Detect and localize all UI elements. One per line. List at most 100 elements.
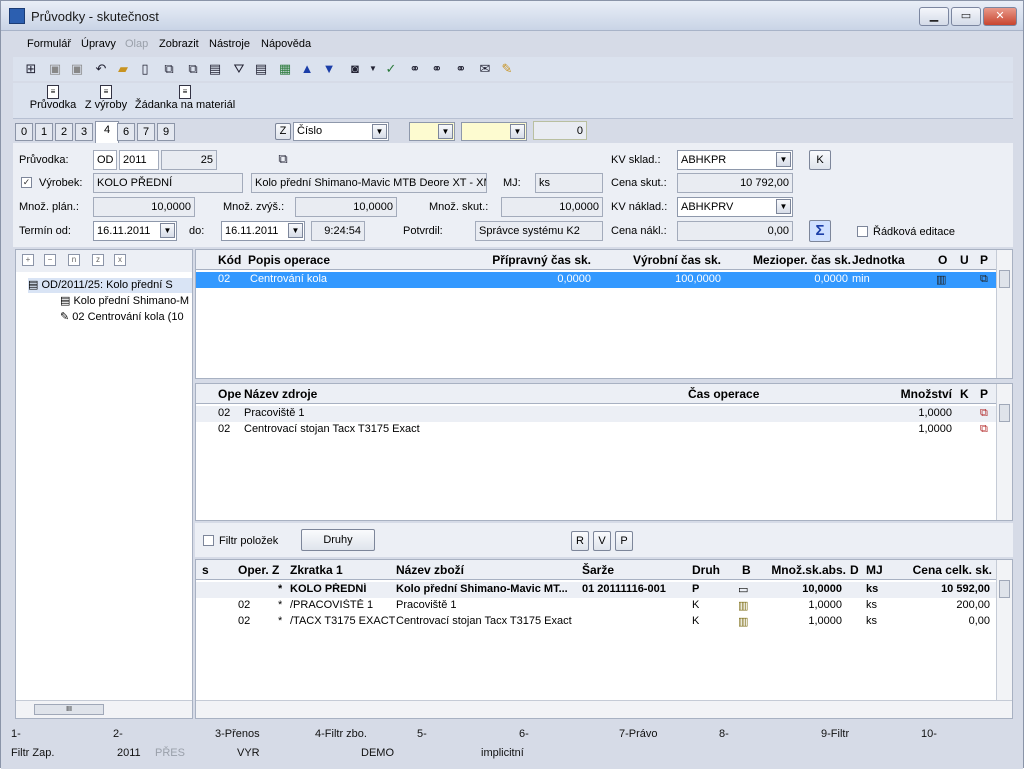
menu-formular[interactable]: Formulář xyxy=(27,38,71,50)
stack-icon[interactable]: ▦ xyxy=(277,61,293,77)
tree-child-operation[interactable]: ✎ 02 Centrování kola (10 xyxy=(60,310,192,323)
filtr-checkbox[interactable] xyxy=(203,535,214,546)
tab-2[interactable]: 2 xyxy=(55,123,73,141)
menu-napoveda[interactable]: Nápověda xyxy=(261,38,311,50)
col-druh[interactable]: Druh xyxy=(692,563,720,577)
binoculars-next-icon[interactable]: ⚭ xyxy=(429,61,445,77)
tab-9[interactable]: 9 xyxy=(157,123,175,141)
maximize-button[interactable]: ▭ xyxy=(951,7,981,26)
items-hscroll[interactable] xyxy=(196,700,1012,718)
table-row[interactable]: 02 * /TACX T3175 EXACT Centrovací stojan… xyxy=(196,614,996,630)
table-row[interactable]: 02 Centrovací stojan Tacx T3175 Exact 1,… xyxy=(196,422,996,438)
copy-icon[interactable]: ⧉ xyxy=(161,61,177,77)
table-row[interactable]: 02 Centrování kola 0,0000 100,0000 0,000… xyxy=(196,272,996,288)
new-document-icon[interactable]: ▯ xyxy=(137,61,153,77)
termin-od-field[interactable]: 16.11.2011 ▼ xyxy=(93,221,177,241)
table-row[interactable]: 02 Pracoviště 1 1,0000 ⧉ xyxy=(196,406,996,422)
col-b[interactable]: B xyxy=(742,563,751,577)
fkey-4[interactable]: 4-Filtr zbo. xyxy=(315,728,367,740)
sigma-button[interactable]: Σ xyxy=(809,220,831,242)
filter-select-1[interactable]: ▼ xyxy=(409,122,455,141)
filter-select-2[interactable]: ▼ xyxy=(461,122,527,141)
col-d[interactable]: D xyxy=(850,563,859,577)
chevron-down-icon[interactable]: ▼ xyxy=(288,223,303,238)
pruvodka-year-field[interactable]: 2011 xyxy=(119,150,159,170)
kv-naklad-select[interactable]: ABHKPRV ▼ xyxy=(677,197,793,217)
col-u[interactable]: U xyxy=(960,253,969,267)
mail-icon[interactable]: ✉ xyxy=(477,61,493,77)
col-nazev-zdroje[interactable]: Název zdroje xyxy=(244,387,317,401)
mnoz-zvys-field[interactable]: 10,0000 xyxy=(295,197,397,217)
scroll-thumb[interactable] xyxy=(999,580,1010,598)
menu-upravy[interactable]: Úpravy xyxy=(81,38,116,50)
col-o[interactable]: O xyxy=(938,253,947,267)
resources-vscroll[interactable] xyxy=(996,384,1012,520)
scroll-thumb[interactable] xyxy=(999,404,1010,422)
chevron-down-icon[interactable]: ▼ xyxy=(160,223,175,238)
menu-nastroje[interactable]: Nástroje xyxy=(209,38,250,50)
tab-0[interactable]: 0 xyxy=(15,123,33,141)
cena-skut-field[interactable]: 10 792,00 xyxy=(677,173,793,193)
close-button[interactable]: ✕ xyxy=(983,7,1017,26)
kv-sklad-select[interactable]: ABHKPR ▼ xyxy=(677,150,793,170)
counter-field[interactable]: 0 xyxy=(533,121,587,140)
cena-nakl-field[interactable]: 0,00 xyxy=(677,221,793,241)
chevron-down-icon[interactable]: ▼ xyxy=(438,124,453,139)
col-sarze[interactable]: Šarže xyxy=(582,563,614,577)
table-row[interactable]: 02 * /PRACOVIŠTĚ 1 Pracoviště 1 K ▥ 1,00… xyxy=(196,598,996,614)
arrow-down-icon[interactable]: ▼ xyxy=(321,61,337,77)
minimize-button[interactable]: ▁ xyxy=(919,7,949,26)
druhy-button[interactable]: Druhy xyxy=(301,529,375,551)
col-s[interactable]: s xyxy=(202,563,209,577)
col-cas-operace[interactable]: Čas operace xyxy=(688,387,759,401)
col-mnoz[interactable]: Množ.sk.abs. xyxy=(756,563,846,577)
chevron-down-icon[interactable]: ▼ xyxy=(510,124,525,139)
document-copy-icon[interactable]: ⧉ xyxy=(275,151,291,167)
binoculars-icon[interactable]: ⚭ xyxy=(407,61,423,77)
tree-z-icon[interactable]: z xyxy=(92,254,104,266)
expand-icon[interactable]: + xyxy=(22,254,34,266)
vyrobek-code-field[interactable]: KOLO PŘEDNÍ xyxy=(93,173,243,193)
pruvodka-button[interactable]: ≡ Průvodka xyxy=(25,85,81,111)
vyrobek-name-field[interactable]: Kolo přední Shimano-Mavic MTB Deore XT -… xyxy=(251,173,487,193)
col-k[interactable]: K xyxy=(960,387,969,401)
col-kod[interactable]: Kód xyxy=(218,253,241,267)
k-button[interactable]: K xyxy=(809,150,831,170)
tree-root[interactable]: ▤ OD/2011/25: Kolo přední S xyxy=(28,278,192,293)
tree-child-product[interactable]: ▤ Kolo přední Shimano-M xyxy=(60,294,192,307)
tab-3[interactable]: 3 xyxy=(75,123,93,141)
tab-6[interactable]: 6 xyxy=(117,123,135,141)
z-vyroby-button[interactable]: ≡ Z výroby xyxy=(81,85,131,111)
chevron-down-icon[interactable]: ▼ xyxy=(372,124,387,139)
fkey-1[interactable]: 1- xyxy=(11,728,21,740)
vyrobek-checkbox[interactable]: ✓ xyxy=(21,177,32,188)
col-p[interactable]: P xyxy=(980,253,988,267)
col-popis[interactable]: Popis operace xyxy=(248,253,330,267)
binoculars-check-icon[interactable]: ✓ xyxy=(383,61,399,77)
document-filter-icon[interactable]: ▤ xyxy=(253,61,269,77)
fkey-10[interactable]: 10- xyxy=(921,728,937,740)
items-vscroll[interactable] xyxy=(996,560,1012,700)
tree-icon[interactable]: ⊞ xyxy=(23,61,39,77)
tree-x-icon[interactable]: x xyxy=(114,254,126,266)
open-folder-icon[interactable]: ▰ xyxy=(115,61,131,77)
col-pripravny[interactable]: Přípravný čas sk. xyxy=(481,253,591,267)
collapse-icon[interactable]: − xyxy=(44,254,56,266)
col-nazev-zbozi[interactable]: Název zboží xyxy=(396,563,464,577)
scroll-thumb[interactable] xyxy=(999,270,1010,288)
menu-zobrazit[interactable]: Zobrazit xyxy=(159,38,199,50)
col-p[interactable]: P xyxy=(980,387,988,401)
pruvodka-number-field[interactable]: 25 xyxy=(161,150,217,170)
mnoz-plan-field[interactable]: 10,0000 xyxy=(93,197,195,217)
mnoz-skut-field[interactable]: 10,0000 xyxy=(501,197,603,217)
binoculars-prev-icon[interactable]: ⚭ xyxy=(453,61,469,77)
col-vyrobni[interactable]: Výrobní čas sk. xyxy=(611,253,721,267)
notes-icon[interactable]: ✎ xyxy=(499,61,515,77)
col-mj[interactable]: MJ xyxy=(866,563,883,577)
col-ope[interactable]: Ope xyxy=(218,387,241,401)
fkey-6[interactable]: 6- xyxy=(519,728,529,740)
col-jednotka[interactable]: Jednotka xyxy=(852,253,905,267)
chevron-down-icon[interactable]: ▼ xyxy=(776,199,791,214)
pruvodka-series-field[interactable]: OD xyxy=(93,150,117,170)
dropdown-arrow-icon[interactable]: ▼ xyxy=(365,61,381,77)
